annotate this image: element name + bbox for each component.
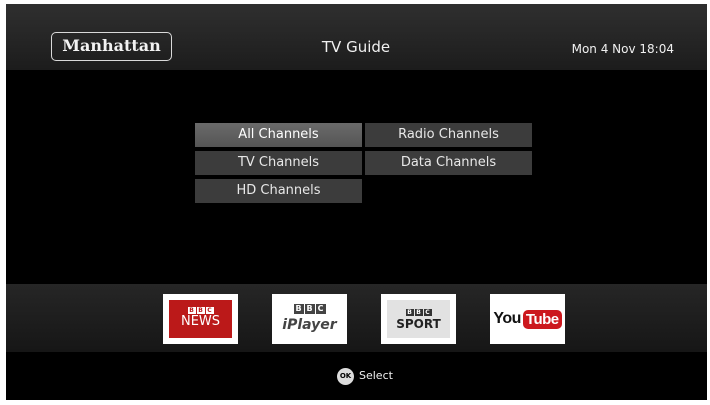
manhattan-logo: Manhattan — [51, 32, 172, 61]
bbc-sport-tile[interactable]: B B C SPORT — [381, 294, 456, 344]
bbc-news-tile[interactable]: B B C NEWS — [163, 294, 238, 344]
bbc-letter-b1: B — [187, 307, 196, 314]
bbc-letter-b1: B — [405, 309, 414, 316]
bbc-letter-c: C — [205, 307, 214, 314]
page-title: TV Guide — [321, 38, 391, 56]
bbc-sport-logo: B B C SPORT — [387, 300, 450, 338]
hd-channels-button[interactable]: HD Channels — [195, 179, 362, 203]
bbc-sport-label: SPORT — [396, 317, 441, 331]
date-time: Mon 4 Nov 18:04 — [571, 42, 674, 56]
bbc-letter-c: C — [315, 304, 326, 314]
bbc-blocks-icon: B B C — [278, 304, 341, 314]
apps-strip — [6, 284, 707, 352]
bbc-iplayer-logo: B B C iPlayer — [278, 300, 341, 338]
ok-button-icon: OK — [337, 368, 354, 385]
bbc-blocks-icon: B B C — [169, 307, 232, 314]
select-hint-label: Select — [359, 369, 393, 382]
tv-channels-button[interactable]: TV Channels — [195, 151, 362, 175]
youtube-you-text: You — [493, 310, 521, 327]
radio-channels-button[interactable]: Radio Channels — [365, 123, 532, 147]
bbc-news-label: NEWS — [180, 314, 221, 329]
bbc-letter-b2: B — [304, 304, 315, 314]
bbc-letter-b2: B — [196, 307, 205, 314]
all-channels-button[interactable]: All Channels — [195, 123, 362, 147]
bbc-letter-b1: B — [293, 304, 304, 314]
bbc-letter-c: C — [423, 309, 432, 316]
youtube-tile[interactable]: You Tube — [490, 294, 565, 344]
tv-screen: Manhattan TV Guide Mon 4 Nov 18:04 All C… — [6, 4, 707, 400]
data-channels-button[interactable]: Data Channels — [365, 151, 532, 175]
header-bar: Manhattan TV Guide Mon 4 Nov 18:04 — [6, 4, 707, 70]
youtube-tube-text: Tube — [522, 309, 562, 329]
youtube-logo: You Tube — [493, 300, 562, 338]
bbc-news-logo: B B C NEWS — [169, 300, 232, 338]
bbc-iplayer-tile[interactable]: B B C iPlayer — [272, 294, 347, 344]
bbc-letter-b2: B — [414, 309, 423, 316]
bbc-blocks-icon: B B C — [387, 309, 450, 316]
iplayer-label: iPlayer — [282, 317, 337, 333]
